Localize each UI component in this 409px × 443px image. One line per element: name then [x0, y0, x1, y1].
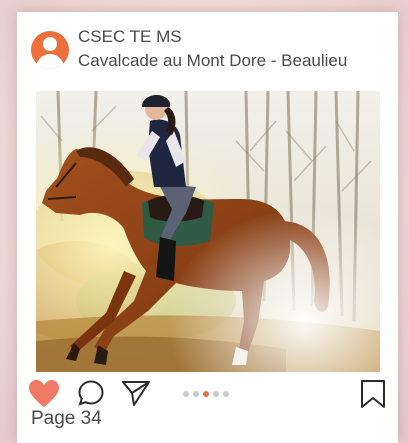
- post-photo[interactable]: [36, 91, 380, 372]
- comment-icon[interactable]: [77, 379, 105, 407]
- carousel-dot: [223, 391, 229, 397]
- account-name[interactable]: CSEC TE MS: [78, 27, 182, 47]
- post-location[interactable]: Cavalcade au Mont Dore - Beaulieu: [78, 51, 347, 71]
- avatar[interactable]: [31, 31, 69, 69]
- post-card: CSEC TE MS Cavalcade au Mont Dore - Beau…: [17, 12, 398, 443]
- page-number: Page 34: [31, 408, 102, 429]
- heart-icon[interactable]: [28, 379, 60, 409]
- avatar-body-shape: [36, 54, 64, 69]
- carousel-dot: [183, 391, 189, 397]
- carousel-indicator: [183, 391, 229, 397]
- carousel-dot: [213, 391, 219, 397]
- send-icon[interactable]: [121, 379, 151, 407]
- carousel-dot: [193, 391, 199, 397]
- avatar-head-shape: [43, 37, 57, 51]
- bookmark-icon[interactable]: [360, 379, 386, 409]
- horse-rider-image: [36, 91, 380, 372]
- carousel-dot-active: [203, 391, 209, 397]
- action-bar: [17, 376, 398, 412]
